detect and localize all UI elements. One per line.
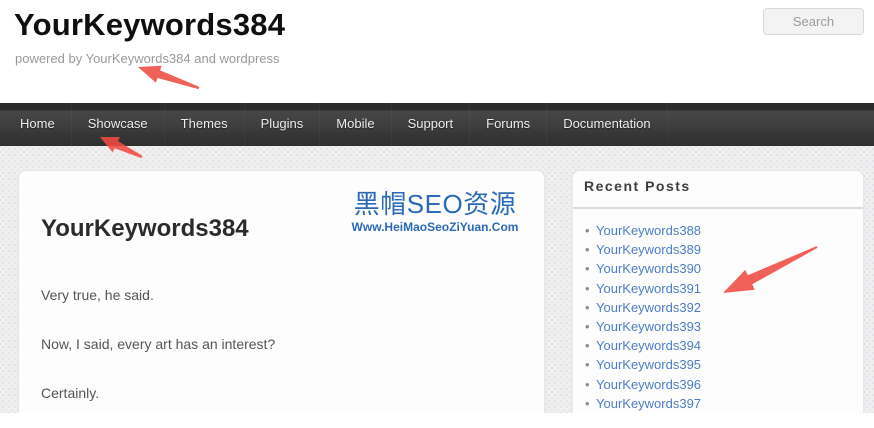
nav-item-forums[interactable]: Forums (470, 103, 547, 146)
recent-post-link[interactable]: YourKeywords395 (596, 357, 701, 372)
post-paragraph: Now, I said, every art has an interest? (41, 335, 275, 354)
page: YourKeywords384 powered by YourKeywords3… (0, 0, 874, 428)
recent-post-link[interactable]: YourKeywords391 (596, 281, 701, 296)
recent-post-link[interactable]: YourKeywords396 (596, 377, 701, 392)
site-header: YourKeywords384 powered by YourKeywords3… (0, 0, 874, 103)
recent-post-item: YourKeywords390 (573, 259, 863, 278)
watermark-url: Www.HeiMaoSeoZiYuan.Com (350, 220, 520, 234)
recent-post-item: YourKeywords389 (573, 240, 863, 259)
recent-post-item: YourKeywords392 (573, 298, 863, 317)
recent-post-link[interactable]: YourKeywords393 (596, 319, 701, 334)
sidebar-divider (573, 207, 863, 209)
recent-post-item: YourKeywords393 (573, 317, 863, 336)
recent-post-link[interactable]: YourKeywords388 (596, 223, 701, 238)
recent-post-link[interactable]: YourKeywords390 (596, 261, 701, 276)
nav-item-mobile[interactable]: Mobile (320, 103, 391, 146)
nav-list: Home Showcase Themes Plugins Mobile Supp… (0, 103, 874, 146)
nav-item-home[interactable]: Home (4, 103, 72, 146)
post-title: YourKeywords384 (41, 215, 249, 243)
recent-post-item: YourKeywords397 (573, 394, 863, 413)
nav-item-themes[interactable]: Themes (165, 103, 245, 146)
recent-post-item: YourKeywords395 (573, 355, 863, 374)
recent-post-item: YourKeywords396 (573, 375, 863, 394)
watermark: 黑帽SEO资源 Www.HeiMaoSeoZiYuan.Com (350, 190, 520, 234)
recent-post-link[interactable]: YourKeywords397 (596, 396, 701, 411)
search-input[interactable] (763, 8, 864, 35)
post-paragraph: Certainly. (41, 384, 99, 403)
recent-post-link[interactable]: YourKeywords392 (596, 300, 701, 315)
recent-post-item: YourKeywords394 (573, 336, 863, 355)
recent-post-link[interactable]: YourKeywords389 (596, 242, 701, 257)
content-area: YourKeywords384 Very true, he said. Now,… (0, 146, 874, 413)
recent-posts-list: YourKeywords388 YourKeywords389 YourKeyw… (573, 221, 863, 413)
site-tagline: powered by YourKeywords384 and wordpress (15, 51, 280, 66)
post-paragraph: Very true, he said. (41, 286, 154, 305)
recent-post-item: YourKeywords391 (573, 279, 863, 298)
nav-item-plugins[interactable]: Plugins (245, 103, 321, 146)
recent-post-item: YourKeywords388 (573, 221, 863, 240)
main-nav: Home Showcase Themes Plugins Mobile Supp… (0, 103, 874, 146)
site-title[interactable]: YourKeywords384 (14, 7, 285, 43)
nav-item-showcase[interactable]: Showcase (72, 103, 165, 146)
recent-posts-widget: Recent Posts YourKeywords388 YourKeyword… (572, 170, 864, 413)
nav-item-documentation[interactable]: Documentation (547, 103, 667, 146)
recent-post-link[interactable]: YourKeywords394 (596, 338, 701, 353)
watermark-title: 黑帽SEO资源 (350, 190, 520, 218)
recent-posts-heading: Recent Posts (584, 178, 691, 194)
nav-item-support[interactable]: Support (392, 103, 471, 146)
